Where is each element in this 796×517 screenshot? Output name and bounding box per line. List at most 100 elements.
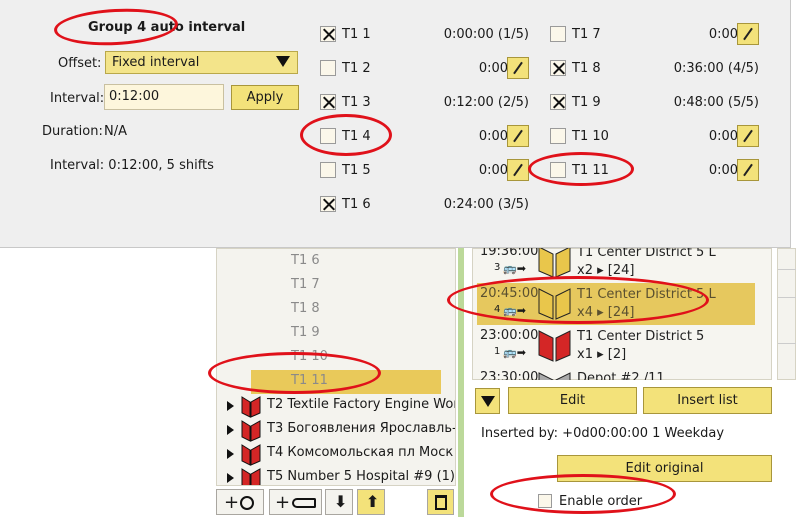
trip-info: x4 ▸ [24] — [577, 305, 635, 320]
bus-arrow-icon: 🚌➡ — [503, 346, 526, 359]
apply-button[interactable]: Apply — [231, 85, 299, 110]
include-checkbox[interactable] — [320, 60, 336, 76]
schedule-row[interactable]: 20:45:00 4 🚌➡ T1 Center District 5 L x4 ▸ [2… — [477, 283, 755, 325]
pane-splitter[interactable] — [458, 248, 464, 517]
include-checkbox[interactable] — [320, 196, 336, 212]
duration-label: Duration: — [42, 124, 103, 139]
route-marker-icon — [538, 371, 572, 380]
departure-time: 23:00:00 — [480, 328, 539, 343]
offset-time: 0:12:00 (2/5) — [443, 95, 529, 110]
row-label: T1 7 — [572, 27, 601, 42]
schedule-row[interactable]: 23:30:00🚌➡Depot #2 /11 — [477, 367, 755, 380]
route-name: T1 Center District 5 L — [577, 287, 716, 302]
expand-arrow-icon[interactable] — [227, 473, 234, 483]
tree-item[interactable]: T1 9 — [251, 322, 441, 346]
include-checkbox[interactable] — [550, 162, 566, 178]
edit-original-button[interactable]: Edit original — [557, 455, 772, 482]
route-group-label[interactable]: T5 Number 5 Hospital #9 (1) — [267, 469, 455, 484]
route-marker-icon — [538, 245, 572, 283]
enable-order-checkbox[interactable] — [538, 494, 552, 508]
row-label: T1 4 — [342, 129, 371, 144]
move-up-button[interactable]: ⬆ — [357, 489, 385, 515]
schedule-row[interactable]: 23:00:00 1 🚌➡ T1 Center District 5 x1 ▸ [2] — [477, 325, 755, 367]
pencil-icon[interactable] — [737, 159, 759, 181]
offset-value: Fixed interval — [112, 55, 200, 70]
interval-input[interactable]: 0:12:00 — [104, 84, 224, 110]
row-label: T1 11 — [572, 163, 609, 178]
route-tree-panel: T1 6 T1 7 T1 8 T1 9 T1 10 T1 11 T2 Textile Fa… — [216, 248, 456, 486]
trash-icon — [435, 495, 447, 510]
offset-time: 0:48:00 (5/5) — [673, 95, 759, 110]
move-down-button[interactable]: ⬇ — [325, 489, 353, 515]
stopwatch-icon — [240, 496, 254, 510]
route-marker-icon — [538, 329, 572, 367]
include-checkbox[interactable] — [320, 94, 336, 110]
route-marker-icon — [241, 444, 261, 466]
include-checkbox[interactable] — [550, 60, 566, 76]
offset-label: Offset: — [58, 56, 102, 71]
chevron-down-icon — [276, 56, 290, 67]
expand-arrow-icon[interactable] — [227, 425, 234, 435]
include-checkbox[interactable] — [320, 162, 336, 178]
row-label: T1 8 — [572, 61, 601, 76]
bus-arrow-icon: 🚌➡ — [503, 262, 526, 275]
row-label: T1 10 — [572, 129, 609, 144]
row-label: T1 6 — [342, 197, 371, 212]
expand-arrow-icon[interactable] — [227, 401, 234, 411]
departure-time: 20:45:00 — [480, 286, 539, 301]
route-group-label[interactable]: T4 Комсомольская пл Моск — [267, 445, 453, 460]
tree-item[interactable]: T1 6 — [251, 250, 441, 274]
tree-item[interactable]: T1 10 — [251, 346, 441, 370]
plus-icon: + — [275, 492, 291, 513]
vehicle-count: 1 — [494, 346, 501, 357]
duration-value: N/A — [104, 124, 127, 139]
right-edge-panel — [777, 248, 796, 380]
arrow-up-icon: ⬆ — [366, 492, 380, 511]
train-icon — [292, 498, 316, 508]
offset-select[interactable]: Fixed interval — [105, 51, 298, 74]
include-checkbox[interactable] — [550, 94, 566, 110]
route-marker-icon — [241, 420, 261, 442]
route-name: Depot #2 /11 — [577, 371, 665, 380]
row-label: T1 2 — [342, 61, 371, 76]
pencil-icon[interactable] — [507, 159, 529, 181]
pencil-icon[interactable] — [507, 57, 529, 79]
route-name: T1 Center District 5 — [577, 329, 705, 344]
tree-item[interactable]: T1 8 — [251, 298, 441, 322]
tree-item[interactable]: T1 7 — [251, 274, 441, 298]
bus-arrow-icon: 🚌➡ — [503, 304, 526, 317]
include-checkbox[interactable] — [320, 26, 336, 42]
pencil-icon[interactable] — [737, 125, 759, 147]
delete-button[interactable] — [427, 489, 454, 515]
include-checkbox[interactable] — [550, 128, 566, 144]
route-group-label[interactable]: T3 Богоявления Ярославль- — [267, 421, 455, 436]
tree-item[interactable]: T1 11 — [251, 370, 441, 394]
include-checkbox[interactable] — [320, 128, 336, 144]
pencil-icon[interactable] — [507, 125, 529, 147]
route-marker-icon — [241, 396, 261, 418]
route-group-label[interactable]: T2 Textile Factory Engine Wor — [267, 397, 455, 412]
route-marker-icon — [538, 287, 572, 325]
add-route-button[interactable]: + — [269, 489, 322, 515]
include-checkbox[interactable] — [550, 26, 566, 42]
route-marker-icon — [241, 468, 261, 485]
vehicle-count: 4 — [494, 304, 501, 315]
departure-time: 23:30:00 — [480, 370, 539, 380]
expand-arrow-icon[interactable] — [227, 449, 234, 459]
insert-list-button[interactable]: Insert list — [643, 387, 772, 414]
enable-order-label: Enable order — [559, 494, 643, 509]
plus-icon: + — [224, 492, 240, 513]
interval-label: Interval: — [50, 91, 105, 106]
trip-info: x2 ▸ [24] — [577, 263, 635, 278]
trip-info: x1 ▸ [2] — [577, 347, 627, 362]
offset-time: 0:00:00 (1/5) — [443, 27, 529, 42]
expand-down-button[interactable] — [475, 388, 500, 414]
add-timer-button[interactable]: + — [216, 489, 264, 515]
row-label: T1 5 — [342, 163, 371, 178]
edit-button[interactable]: Edit — [508, 387, 637, 414]
arrow-down-icon: ⬇ — [334, 492, 348, 511]
inserted-by-text: Inserted by: +0d00:00:00 1 Weekday — [481, 426, 725, 441]
row-label: T1 3 — [342, 95, 371, 110]
pencil-icon[interactable] — [737, 23, 759, 45]
offset-time: 0:24:00 (3/5) — [443, 197, 529, 212]
